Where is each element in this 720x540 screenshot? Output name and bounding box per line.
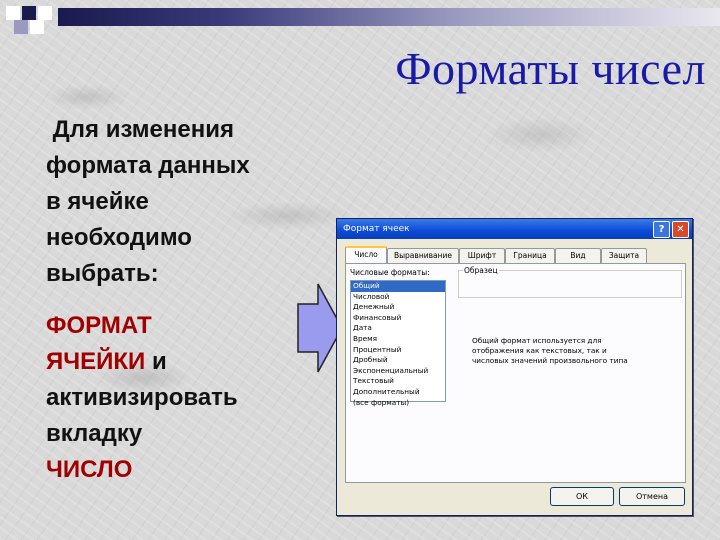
dialog-titlebar[interactable]: Формат ячеек ? ✕ [337, 219, 692, 239]
list-item[interactable]: Время [351, 334, 445, 345]
list-item[interactable]: Процентный [351, 345, 445, 356]
tab-protection[interactable]: Защита [601, 248, 647, 263]
cells-highlight: ЯЧЕЙКИ [46, 348, 146, 375]
gradient-stripe [58, 8, 720, 26]
and-word: и [145, 348, 167, 375]
body-line: необходимо [46, 224, 192, 251]
tab-border[interactable]: Граница [505, 248, 555, 263]
list-item[interactable]: Общий [351, 281, 445, 292]
list-item[interactable]: Дата [351, 323, 445, 334]
category-list[interactable]: Общий Числовой Денежный Финансовый Дата … [350, 280, 446, 407]
tab-alignment[interactable]: Выравнивание [387, 248, 459, 263]
number-highlight: ЧИСЛО [46, 456, 133, 483]
ok-button[interactable]: ОК [550, 487, 614, 506]
body-line: Для изменения [52, 116, 234, 143]
tab-view[interactable]: Вид [555, 248, 601, 263]
sample-label: Образец [463, 266, 499, 275]
description-line: Общий формат используется для [472, 336, 602, 345]
format-description: Общий формат используется для отображени… [472, 336, 662, 366]
list-item[interactable]: Текстовый [351, 376, 445, 387]
list-item[interactable]: (все форматы) [351, 398, 445, 409]
format-cells-dialog: Формат ячеек ? ✕ Число Выравнивание Шриф… [336, 218, 693, 516]
sample-group: Образец [458, 266, 682, 298]
list-item[interactable]: Денежный [351, 302, 445, 313]
cancel-button[interactable]: Отмена [619, 487, 685, 506]
decorative-squares-icon [0, 0, 60, 40]
number-tab-panel: Числовые форматы: Общий Числовой Денежны… [345, 263, 686, 483]
body-line: в ячейке [46, 188, 149, 215]
body-line: выбрать: [46, 260, 159, 287]
header-decoration [0, 0, 720, 40]
close-icon[interactable]: ✕ [672, 221, 689, 238]
body-line: активизировать [46, 384, 238, 411]
list-item[interactable]: Экспоненциальный [351, 366, 445, 377]
tab-font[interactable]: Шрифт [459, 248, 505, 263]
help-icon[interactable]: ? [653, 221, 670, 238]
list-item[interactable]: Финансовый [351, 313, 445, 324]
body-line: вкладку [46, 420, 143, 447]
description-line: отображения как текстовых, так и [472, 346, 607, 355]
category-label: Числовые форматы: [350, 268, 430, 277]
list-item[interactable]: Дробный [351, 355, 445, 366]
dialog-title: Формат ячеек [343, 224, 410, 234]
description-line: числовых значений произвольного типа [472, 356, 628, 365]
body-line: формата данных [46, 152, 250, 179]
list-item[interactable]: Числовой [351, 292, 445, 303]
page-title: Форматы чисел [395, 43, 706, 94]
format-cells-highlight: ФОРМАТ [46, 312, 152, 339]
instruction-text: Для изменения формата данных в ячейке не… [46, 112, 306, 488]
list-item[interactable]: Дополнительный [351, 387, 445, 398]
